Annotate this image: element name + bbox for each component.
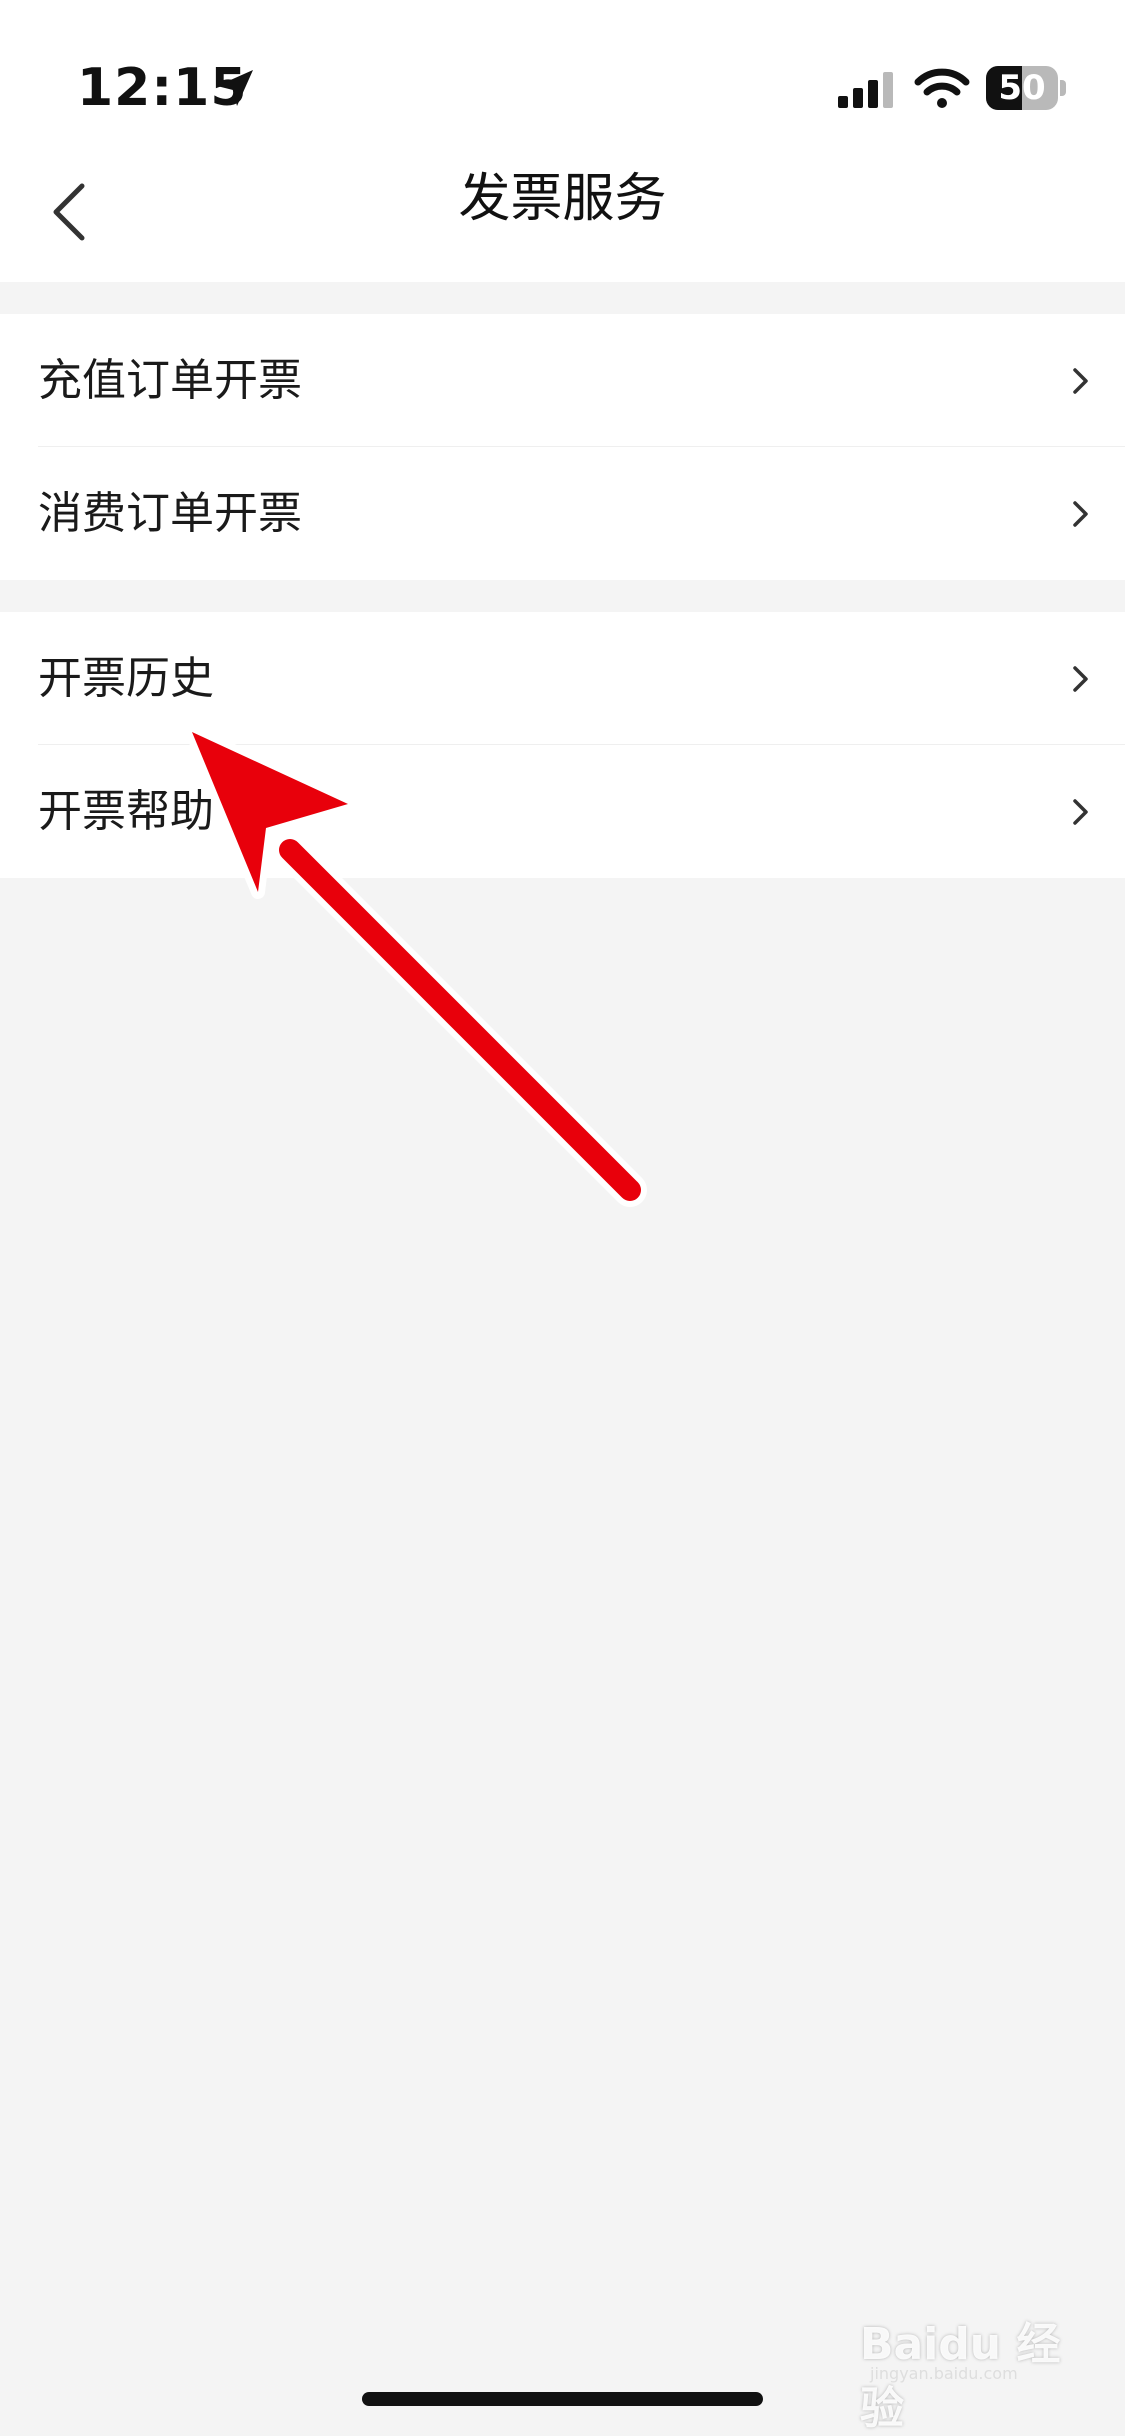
red-arrow-annotation (185, 725, 647, 1207)
battery-level: 50 (998, 68, 1046, 108)
cellular-signal-icon (838, 72, 893, 108)
menu-item-label: 充值订单开票 (38, 355, 302, 406)
battery-icon: 50 (986, 66, 1066, 110)
menu-item-label: 消费订单开票 (38, 488, 302, 539)
chevron-right-icon (1073, 501, 1088, 527)
header-area: 12:15 50 发票服务 (0, 0, 1125, 282)
page-title: 发票服务 (458, 169, 667, 229)
chevron-right-icon (1073, 666, 1088, 692)
battery-cap (1060, 80, 1066, 96)
battery-body: 50 (986, 66, 1058, 110)
location-arrow-icon (217, 70, 253, 106)
navigation-bar: 发票服务 (0, 140, 1125, 282)
status-bar: 12:15 50 (0, 0, 1125, 140)
menu-item-consumption-invoice[interactable]: 消费订单开票 (0, 447, 1125, 580)
invoice-order-group: 充值订单开票 消费订单开票 (0, 314, 1125, 580)
baidu-watermark: Baidu 经验 jingyan.baidu.com (860, 2308, 1090, 2434)
menu-item-recharge-invoice[interactable]: 充值订单开票 (0, 314, 1125, 447)
chevron-right-icon (1073, 799, 1088, 825)
watermark-url: jingyan.baidu.com (870, 2364, 1018, 2383)
chevron-right-icon (1073, 368, 1088, 394)
chevron-left-icon[interactable] (30, 164, 104, 260)
home-indicator[interactable] (362, 2392, 763, 2406)
wifi-icon (914, 68, 970, 108)
